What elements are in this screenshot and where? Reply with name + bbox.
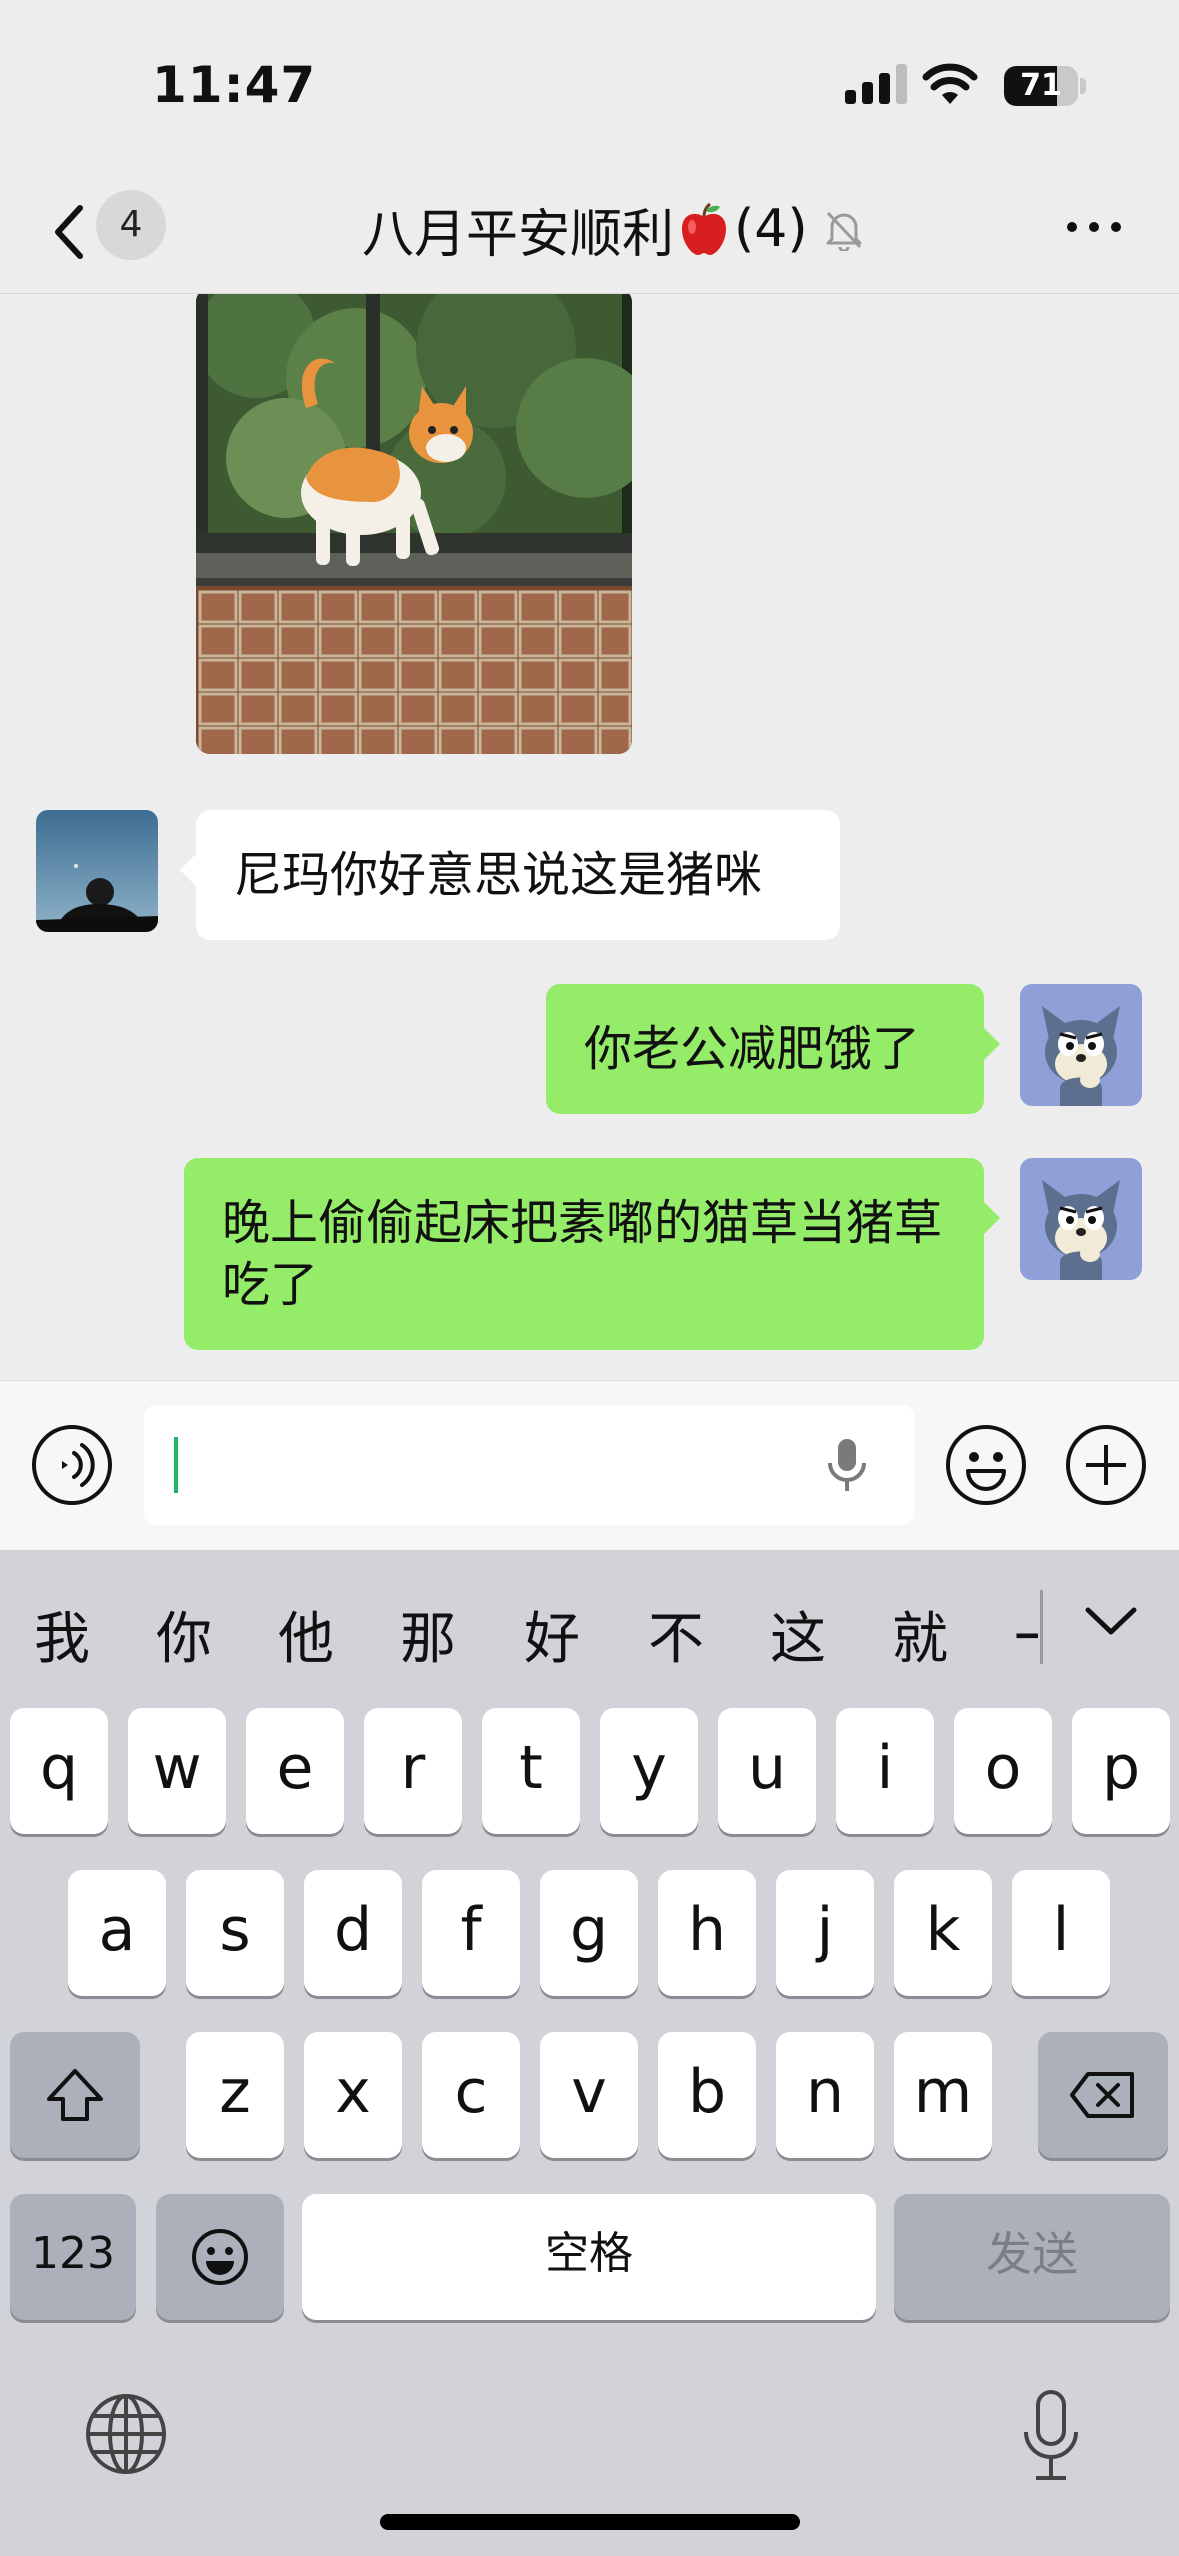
shift-key[interactable] [10,2032,140,2158]
message-input[interactable] [144,1405,914,1525]
group-name: 八月平安顺利 [362,204,675,265]
key-m[interactable]: m [894,2032,992,2158]
key-c[interactable]: c [422,2032,520,2158]
key-i[interactable]: i [836,1708,934,1834]
my-avatar[interactable] [1020,1158,1142,1280]
cartoon-cat-avatar [1020,1158,1142,1280]
group-title: 八月平安顺利 (4) [362,194,866,265]
key-p[interactable]: p [1072,1708,1170,1834]
candidate-word[interactable]: 他 [278,1594,334,1675]
key-h[interactable]: h [658,1870,756,1996]
text-caret [174,1437,178,1493]
key-v[interactable]: v [540,2032,638,2158]
bubble-tail [984,1202,1000,1234]
key-r[interactable]: r [364,1708,462,1834]
candidate-word[interactable]: 这 [770,1594,826,1675]
group-member-count: (4) [734,199,808,259]
candidate-word[interactable]: 你 [156,1594,212,1675]
chevron-down-icon[interactable] [1082,1602,1140,1642]
incoming-message-bubble[interactable]: 尼玛你好意思说这是猪咪 [196,810,840,940]
key-w[interactable]: w [128,1708,226,1834]
key-y[interactable]: y [600,1708,698,1834]
key-s[interactable]: s [186,1870,284,1996]
key-f[interactable]: f [422,1870,520,1996]
bubble-tail [180,854,196,886]
key-l[interactable]: l [1012,1870,1110,1996]
plus-icon[interactable] [1064,1423,1148,1507]
send-key[interactable]: 发送 [894,2194,1170,2320]
outgoing-message-bubble[interactable]: 你老公减肥饿了 [546,984,984,1114]
key-t[interactable]: t [482,1708,580,1834]
battery-icon: 71 [1004,66,1078,106]
person-silhouette-avatar [36,810,158,932]
wifi-icon [922,63,978,104]
message-list[interactable]: 尼玛你好意思说这是猪咪 你老公减肥饿了 晚上偷偷起床把素嘟的猫草当猪草吃了 [0,294,1179,1380]
battery-level: 71 [1020,68,1062,103]
back-chevron-icon[interactable] [44,200,94,264]
delete-key[interactable] [1038,2032,1168,2158]
candidate-word[interactable]: 一 [1014,1594,1038,1675]
backspace-icon [1070,2072,1134,2118]
cat-photo [196,294,632,754]
home-indicator[interactable] [380,2514,800,2530]
candidate-bar: 我 你 他 那 好 不 这 就 一 [0,1550,1179,1700]
candidate-word[interactable]: 好 [524,1594,580,1675]
key-q[interactable]: q [10,1708,108,1834]
key-o[interactable]: o [954,1708,1052,1834]
candidate-word[interactable]: 就 [892,1594,948,1675]
more-options-icon[interactable] [1064,212,1124,242]
candidate-word[interactable]: 不 [648,1594,704,1675]
key-z[interactable]: z [186,2032,284,2158]
candidate-word[interactable]: 我 [34,1594,90,1675]
my-avatar[interactable] [1020,984,1142,1106]
voice-input-icon[interactable] [30,1423,114,1507]
numbers-key[interactable]: 123 [10,2194,136,2320]
candidate-word[interactable]: 那 [400,1594,456,1675]
bubble-tail [984,1028,1000,1060]
space-key[interactable]: 空格 [302,2194,876,2320]
microphone-icon[interactable] [822,1435,872,1495]
unread-count-badge[interactable]: 4 [96,190,166,260]
candidate-divider [1040,1590,1043,1664]
status-time: 11:47 [152,56,317,114]
status-bar: 11:47 71 [0,0,1179,170]
shift-arrow-icon [47,2069,103,2121]
key-d[interactable]: d [304,1870,402,1996]
key-n[interactable]: n [776,2032,874,2158]
cartoon-cat-avatar [1020,984,1142,1106]
key-b[interactable]: b [658,2032,756,2158]
red-apple-icon [682,202,727,255]
image-message[interactable] [196,294,632,754]
keyboard: 我 你 他 那 好 不 这 就 一 q w e r t y u i o p a … [0,1550,1179,2556]
emoji-keyboard-key[interactable] [156,2194,284,2320]
input-bar [0,1380,1179,1550]
sender-avatar[interactable] [36,810,158,932]
key-g[interactable]: g [540,1870,638,1996]
key-e[interactable]: e [246,1708,344,1834]
key-k[interactable]: k [894,1870,992,1996]
emoji-icon[interactable] [944,1423,1028,1507]
dictation-microphone-icon[interactable] [1018,2388,1084,2484]
chat-header: 4 八月平安顺利 (4) [0,170,1179,294]
key-a[interactable]: a [68,1870,166,1996]
key-x[interactable]: x [304,2032,402,2158]
outgoing-message-bubble[interactable]: 晚上偷偷起床把素嘟的猫草当猪草吃了 [184,1158,984,1350]
key-u[interactable]: u [718,1708,816,1834]
key-j[interactable]: j [776,1870,874,1996]
cellular-signal-icon [845,64,907,104]
mute-bell-icon [826,211,862,251]
globe-icon[interactable] [84,2392,168,2476]
battery-cap [1080,78,1086,94]
smiley-icon [192,2229,248,2285]
